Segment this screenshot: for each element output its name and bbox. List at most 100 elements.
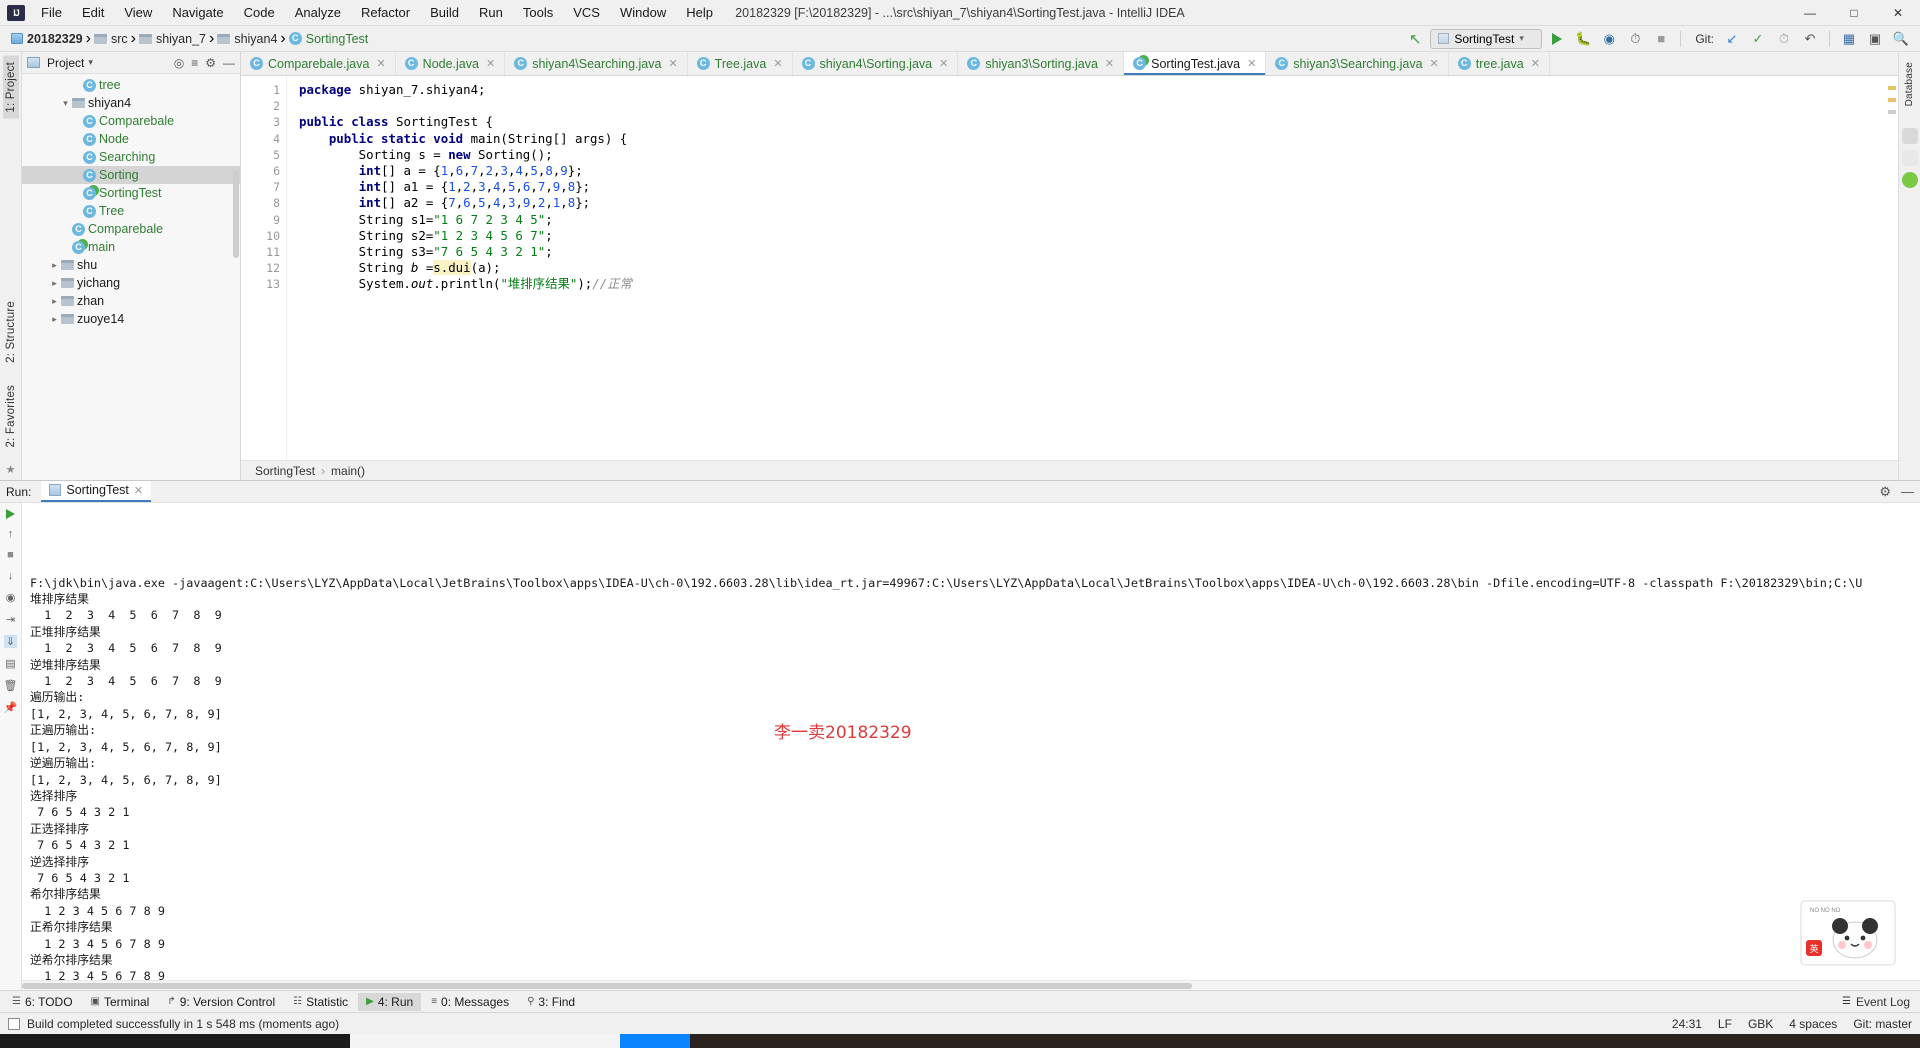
run-with-coverage-icon[interactable]: ◉	[1598, 29, 1620, 49]
close-icon[interactable]: ✕	[668, 57, 677, 70]
rerun-icon[interactable]	[6, 509, 15, 519]
close-icon[interactable]: ✕	[1876, 0, 1920, 26]
chevron-right-icon[interactable]: ▸	[48, 278, 61, 289]
editor-tab-sortingtest-java[interactable]: C SortingTest.java ✕	[1124, 52, 1267, 75]
info-marker[interactable]	[1888, 110, 1896, 114]
close-icon[interactable]: ✕	[1105, 57, 1114, 70]
editor-tab-tree-java[interactable]: C Tree.java ✕	[687, 52, 793, 75]
editor-tab-node-java[interactable]: C Node.java ✕	[395, 52, 506, 75]
tree-node-shiyan4[interactable]: ▾ shiyan4	[22, 94, 240, 112]
taskbar-item[interactable]	[350, 1034, 620, 1048]
run-icon[interactable]	[1546, 29, 1568, 49]
breadcrumb-method[interactable]: main()	[331, 464, 365, 478]
close-icon[interactable]: ✕	[134, 484, 143, 497]
taskbar-active-item[interactable]	[620, 1034, 690, 1048]
run-tab-sortingtest[interactable]: SortingTest ✕	[41, 481, 152, 502]
presentation-icon[interactable]: ▣	[1864, 29, 1886, 49]
tool-tab-0--messages[interactable]: ≡ 0: Messages	[423, 993, 517, 1011]
tool-tab-terminal[interactable]: ▣ Terminal	[83, 993, 158, 1011]
menu-item-view[interactable]: View	[114, 2, 162, 23]
close-icon[interactable]: ✕	[1430, 57, 1439, 70]
console-horizontal-scrollbar[interactable]	[22, 980, 1920, 990]
warning-marker[interactable]	[1888, 98, 1896, 102]
clear-all-icon[interactable]: 🗑	[4, 679, 18, 692]
tree-node-tree[interactable]: C Tree	[22, 202, 240, 220]
editor-tab-tree-java[interactable]: Ctree.java ✕	[1448, 52, 1550, 75]
tree-node-shu[interactable]: ▸ shu	[22, 256, 240, 274]
tool-tab-statistic[interactable]: ☷ Statistic	[285, 993, 356, 1011]
editor-tab-shiyan4-sorting-java[interactable]: Cshiyan4\Sorting.java ✕	[792, 52, 959, 75]
event-log-label[interactable]: Event Log	[1856, 995, 1910, 1009]
chevron-right-icon[interactable]: ▸	[48, 296, 61, 307]
project-structure-icon[interactable]: ▦	[1838, 29, 1860, 49]
project-tree[interactable]: Ctree ▾ shiyan4 C Comparebale C Node C Searching…	[22, 74, 240, 480]
sidebar-item-project[interactable]: 1: Project	[2, 56, 19, 119]
debug-icon[interactable]: 🐛	[1572, 29, 1594, 49]
tree-node-sorting[interactable]: C Sorting	[22, 166, 240, 184]
menu-item-vcs[interactable]: VCS	[563, 2, 610, 23]
code-editor[interactable]: 1 2 3 4 5 6 7 8 9 10 11 12 13 package shiyan_7.shiya…	[241, 76, 1898, 460]
chevron-right-icon[interactable]: ▸	[48, 260, 61, 271]
history-icon[interactable]: ⏱	[1773, 29, 1795, 49]
breadcrumb-item-sortingtest[interactable]: C SortingTest	[286, 30, 372, 48]
rollback-arrow-icon[interactable]: ↖	[1404, 29, 1426, 49]
line-separator[interactable]: LF	[1718, 1017, 1732, 1031]
print-icon[interactable]: ▤	[5, 657, 15, 670]
hide-icon[interactable]: —	[1901, 484, 1914, 500]
scrollbar-thumb[interactable]	[22, 983, 1192, 989]
breadcrumb-item-shiyan-7[interactable]: shiyan_7	[136, 30, 209, 48]
warning-marker[interactable]	[1888, 86, 1896, 90]
run-configuration-selector[interactable]: SortingTest ▾	[1430, 28, 1543, 49]
locate-icon[interactable]: ◎	[174, 56, 184, 70]
menu-item-window[interactable]: Window	[610, 2, 676, 23]
update-project-icon[interactable]: ↙	[1721, 29, 1743, 49]
rollback-icon[interactable]: ↶	[1799, 29, 1821, 49]
tree-node-sortingtest[interactable]: C SortingTest	[22, 184, 240, 202]
tree-node-main[interactable]: Cmain	[22, 238, 240, 256]
source-code[interactable]: package shiyan_7.shiyan4; public class S…	[287, 76, 1886, 460]
menu-item-tools[interactable]: Tools	[513, 2, 563, 23]
menu-item-run[interactable]: Run	[469, 2, 513, 23]
tree-node-comparebale[interactable]: C Comparebale	[22, 220, 240, 238]
tool-tab-4--run[interactable]: ▶ 4: Run	[358, 992, 422, 1011]
collapse-all-icon[interactable]: ≡	[191, 56, 198, 70]
menu-item-refactor[interactable]: Refactor	[351, 2, 420, 23]
git-branch[interactable]: Git: master	[1853, 1017, 1912, 1031]
search-everywhere-icon[interactable]: 🔍	[1890, 29, 1912, 49]
maven-icon[interactable]	[1901, 128, 1918, 145]
menu-item-file[interactable]: File	[31, 2, 72, 23]
tree-node-node[interactable]: C Node	[22, 130, 240, 148]
soft-wrap-icon[interactable]: ⇥	[6, 613, 15, 626]
editor-tab-shiyan3-sorting-java[interactable]: Cshiyan3\Sorting.java ✕	[958, 52, 1125, 75]
hide-icon[interactable]: —	[223, 56, 235, 70]
editor-tab-shiyan4-searching-java[interactable]: Cshiyan4\Searching.java ✕	[505, 52, 688, 75]
tree-node-yichang[interactable]: ▸ yichang	[22, 274, 240, 292]
tree-node-comparebale[interactable]: C Comparebale	[22, 112, 240, 130]
close-icon[interactable]: ✕	[486, 57, 495, 70]
tree-node-zhan[interactable]: ▸ zhan	[22, 292, 240, 310]
breadcrumb-item-shiyan4[interactable]: shiyan4	[214, 30, 280, 48]
profile-icon[interactable]: ⏱	[1624, 29, 1646, 49]
assistant-icon[interactable]	[1901, 172, 1918, 189]
menu-item-help[interactable]: Help	[676, 2, 723, 23]
settings-gear-icon[interactable]: ⚙	[1879, 484, 1891, 500]
settings-gear-icon[interactable]: ⚙	[205, 56, 216, 70]
project-tree-scrollbar[interactable]	[233, 170, 239, 258]
breadcrumb-item-src[interactable]: src	[91, 30, 131, 48]
ant-icon[interactable]	[1901, 150, 1918, 167]
menu-item-analyze[interactable]: Analyze	[285, 2, 351, 23]
tool-tab-3--find[interactable]: ⚲ 3: Find	[519, 993, 583, 1011]
tree-node-zuoye14[interactable]: ▸ zuoye14	[22, 310, 240, 328]
minimize-icon[interactable]: —	[1788, 0, 1832, 26]
tree-node-searching[interactable]: C Searching	[22, 148, 240, 166]
tool-tab-9--version-control[interactable]: ↱ 9: Version Control	[159, 993, 283, 1011]
indent-setting[interactable]: 4 spaces	[1789, 1017, 1837, 1031]
close-icon[interactable]: ✕	[939, 57, 948, 70]
maximize-icon[interactable]: □	[1832, 0, 1876, 26]
menu-item-code[interactable]: Code	[234, 2, 285, 23]
close-icon[interactable]: ✕	[376, 57, 385, 70]
commit-icon[interactable]: ✓	[1747, 29, 1769, 49]
up-icon[interactable]: ↑	[8, 528, 14, 540]
sidebar-item-favorites[interactable]: 2: Favorites	[3, 379, 19, 453]
close-icon[interactable]: ✕	[1247, 57, 1256, 70]
